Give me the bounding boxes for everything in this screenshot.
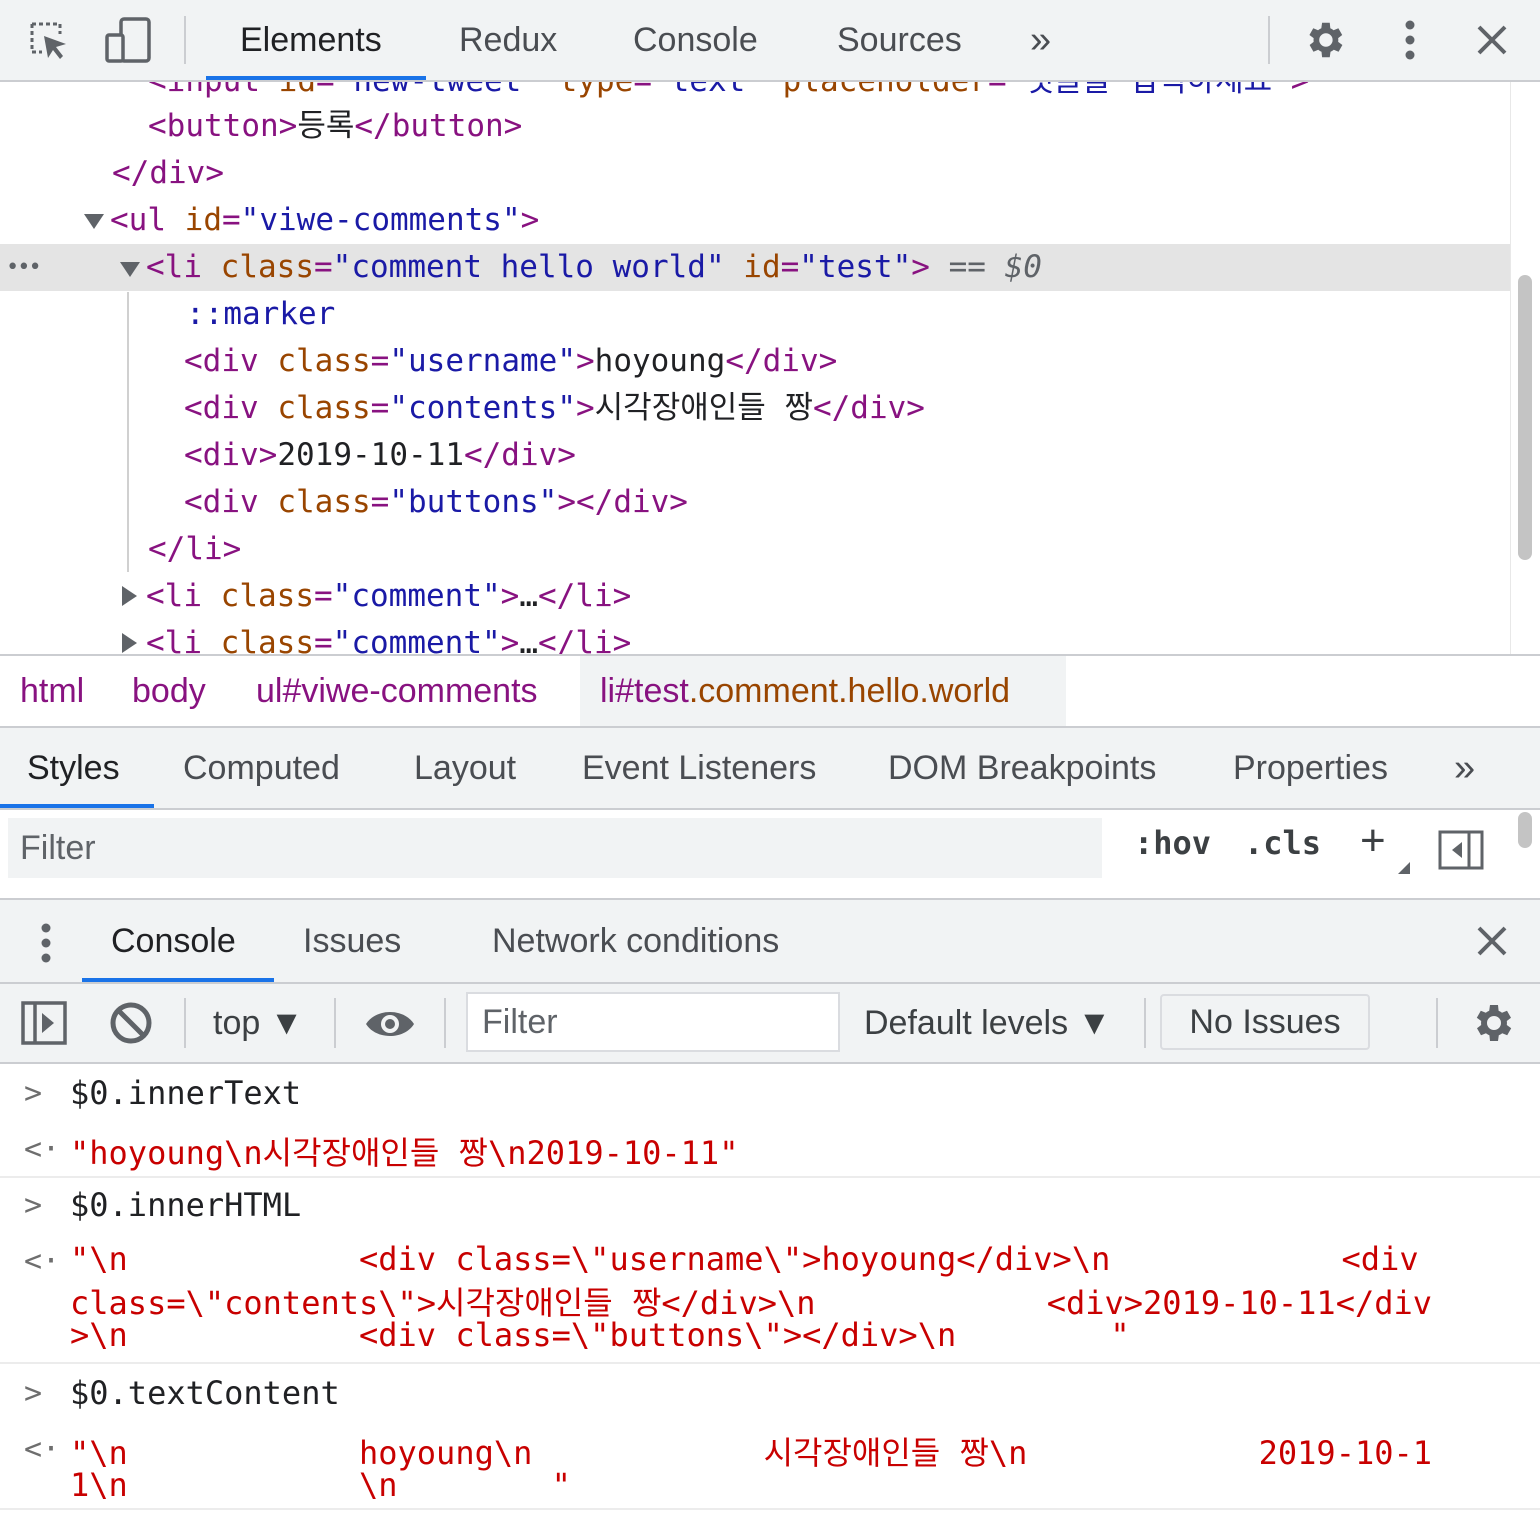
tree-node-div-username[interactable]: <div class="username">hoyoung</div> bbox=[184, 338, 1510, 385]
tree-node-div-buttons[interactable]: <div class="buttons"></div> bbox=[184, 479, 1510, 526]
tree-node-li-close[interactable]: </li> bbox=[148, 526, 1510, 573]
console-output-text[interactable]: "hoyoung\n시각장애인들 짱\n2019-10-11" bbox=[70, 1128, 738, 1174]
styles-scrollbar-thumb[interactable] bbox=[1518, 812, 1532, 848]
collapse-triangle-icon[interactable] bbox=[122, 586, 137, 606]
inspect-icon[interactable] bbox=[22, 14, 74, 66]
node-actions-ellipsis-icon[interactable]: ••• bbox=[6, 244, 42, 291]
devtools-toolbar: Elements Redux Console Sources » bbox=[0, 0, 1540, 82]
sidebar-toggle-icon[interactable] bbox=[20, 1000, 68, 1051]
tab-console[interactable]: Console bbox=[633, 0, 758, 80]
expand-triangle-icon[interactable] bbox=[84, 214, 104, 229]
breadcrumb: html body ul#viwe-comments li#test.comme… bbox=[0, 654, 1540, 728]
breadcrumb-body[interactable]: body bbox=[112, 656, 226, 726]
breadcrumb-ul[interactable]: ul#viwe-comments bbox=[236, 656, 558, 726]
input-prompt-icon: > bbox=[24, 1376, 43, 1411]
console-input-text[interactable]: $0.innerText bbox=[70, 1074, 301, 1112]
styles-toolbar: :hov .cls + bbox=[0, 810, 1540, 900]
tab-event-listeners[interactable]: Event Listeners bbox=[582, 728, 816, 808]
output-prompt-icon: <· bbox=[24, 1132, 61, 1167]
input-prompt-icon: > bbox=[24, 1076, 43, 1111]
close-drawer-icon[interactable] bbox=[1476, 925, 1508, 962]
tree-node-div-date[interactable]: <div>2019-10-11</div> bbox=[184, 432, 1510, 479]
issues-counter-button[interactable]: No Issues bbox=[1160, 994, 1370, 1050]
console-message: > $0.innerText <· "hoyoung\n시각장애인들 짱\n20… bbox=[0, 1064, 1540, 1178]
toolbar-separator bbox=[444, 998, 446, 1048]
drawer-menu-icon[interactable] bbox=[36, 920, 56, 971]
output-prompt-icon: <· bbox=[24, 1432, 61, 1467]
cls-toggle[interactable]: .cls bbox=[1244, 824, 1321, 862]
toolbar-separator bbox=[1436, 998, 1438, 1048]
toolbar-separator bbox=[1268, 16, 1270, 64]
log-levels-dropdown[interactable]: Default levels ▼ bbox=[864, 984, 1111, 1062]
tree-node-marker[interactable]: ::marker bbox=[186, 291, 1510, 338]
tree-node-ul[interactable]: <ul id="viwe-comments"> bbox=[110, 197, 1510, 244]
tree-node-li-comment[interactable]: <li class="comment">…</li> bbox=[146, 620, 1510, 654]
tab-properties[interactable]: Properties bbox=[1233, 728, 1388, 808]
active-tab-indicator bbox=[206, 76, 426, 80]
new-style-rule-button[interactable]: + bbox=[1360, 816, 1386, 866]
tab-layout[interactable]: Layout bbox=[414, 728, 516, 808]
tab-computed[interactable]: Computed bbox=[183, 728, 340, 808]
toolbar-separator bbox=[184, 16, 186, 64]
toolbar-separator bbox=[334, 998, 336, 1048]
tree-node-div-close[interactable]: </div> bbox=[112, 150, 1510, 197]
expand-triangle-icon[interactable] bbox=[120, 262, 140, 277]
console-input-text[interactable]: $0.innerHTML bbox=[70, 1186, 301, 1224]
input-prompt-icon: > bbox=[24, 1188, 43, 1223]
tree-node-li-comment[interactable]: <li class="comment">…</li> bbox=[146, 573, 1510, 620]
hov-toggle[interactable]: :hov bbox=[1134, 824, 1211, 862]
console-messages: > $0.innerText <· "hoyoung\n시각장애인들 짱\n20… bbox=[0, 1064, 1540, 1520]
tab-styles[interactable]: Styles bbox=[27, 728, 120, 808]
sidebar-tabs: Styles Computed Layout Event Listeners D… bbox=[0, 728, 1540, 810]
indent-guide bbox=[127, 292, 129, 572]
toggle-sidebar-icon[interactable] bbox=[1438, 830, 1484, 875]
device-toggle-icon[interactable] bbox=[102, 14, 154, 66]
collapse-triangle-icon[interactable] bbox=[122, 633, 137, 653]
gear-icon[interactable] bbox=[1298, 14, 1350, 66]
toolbar-separator bbox=[184, 998, 186, 1048]
tree-scrollbar-thumb[interactable] bbox=[1518, 275, 1532, 560]
clear-console-icon[interactable] bbox=[108, 1000, 154, 1051]
console-toolbar: top ▼ Default levels ▼ No Issues bbox=[0, 984, 1540, 1064]
rule-menu-corner-icon[interactable] bbox=[1398, 862, 1410, 874]
drawer-tab-console[interactable]: Console bbox=[111, 900, 236, 982]
console-message: > $0.innerHTML <· "\n <div class=\"usern… bbox=[0, 1178, 1540, 1364]
eye-icon[interactable] bbox=[364, 1004, 416, 1049]
console-filter-input[interactable] bbox=[466, 992, 840, 1052]
tree-node-input[interactable]: <input id="new-tweet" type="text" placeh… bbox=[148, 82, 1510, 105]
tab-sources[interactable]: Sources bbox=[837, 0, 962, 80]
active-tab-indicator bbox=[82, 978, 274, 982]
context-selector[interactable]: top ▼ bbox=[213, 984, 303, 1062]
more-tabs-icon[interactable]: » bbox=[1454, 728, 1475, 808]
elements-tree: <input id="new-tweet" type="text" placeh… bbox=[0, 82, 1510, 654]
console-output-line[interactable]: 1\n \n " bbox=[70, 1466, 571, 1504]
console-message: > $0.textContent <· "\n hoyoung\n 시각장애인들… bbox=[0, 1364, 1540, 1510]
tab-elements[interactable]: Elements bbox=[240, 0, 382, 80]
styles-filter-input[interactable] bbox=[8, 818, 1102, 878]
tree-node-li-selected[interactable]: ••• <li class="comment hello world" id="… bbox=[0, 244, 1510, 291]
breadcrumb-html[interactable]: html bbox=[0, 656, 104, 726]
breadcrumb-li[interactable]: li#test.comment.hello.world bbox=[580, 656, 1066, 726]
kebab-menu-icon[interactable] bbox=[1384, 14, 1436, 66]
more-tabs-icon[interactable]: » bbox=[1030, 0, 1051, 80]
drawer-tab-network-conditions[interactable]: Network conditions bbox=[492, 900, 779, 982]
console-settings-icon[interactable] bbox=[1468, 999, 1516, 1052]
console-output-line[interactable]: >\n <div class=\"buttons\"></div>\n " bbox=[70, 1316, 1130, 1354]
console-input-text[interactable]: $0.textContent bbox=[70, 1374, 340, 1412]
close-icon[interactable] bbox=[1466, 14, 1518, 66]
tree-node-button[interactable]: <button>등록</button> bbox=[148, 103, 1510, 150]
toolbar-separator bbox=[1144, 998, 1146, 1048]
active-tab-indicator bbox=[0, 804, 154, 808]
drawer-tabs: Console Issues Network conditions bbox=[0, 900, 1540, 984]
tab-redux[interactable]: Redux bbox=[459, 0, 557, 80]
output-prompt-icon: <· bbox=[24, 1244, 61, 1279]
tree-node-div-contents[interactable]: <div class="contents">시각장애인들 짱</div> bbox=[184, 385, 1510, 432]
console-output-line[interactable]: "\n <div class=\"username\">hoyoung</div… bbox=[70, 1240, 1419, 1278]
drawer-tab-issues[interactable]: Issues bbox=[303, 900, 401, 982]
tab-dom-breakpoints[interactable]: DOM Breakpoints bbox=[888, 728, 1156, 808]
